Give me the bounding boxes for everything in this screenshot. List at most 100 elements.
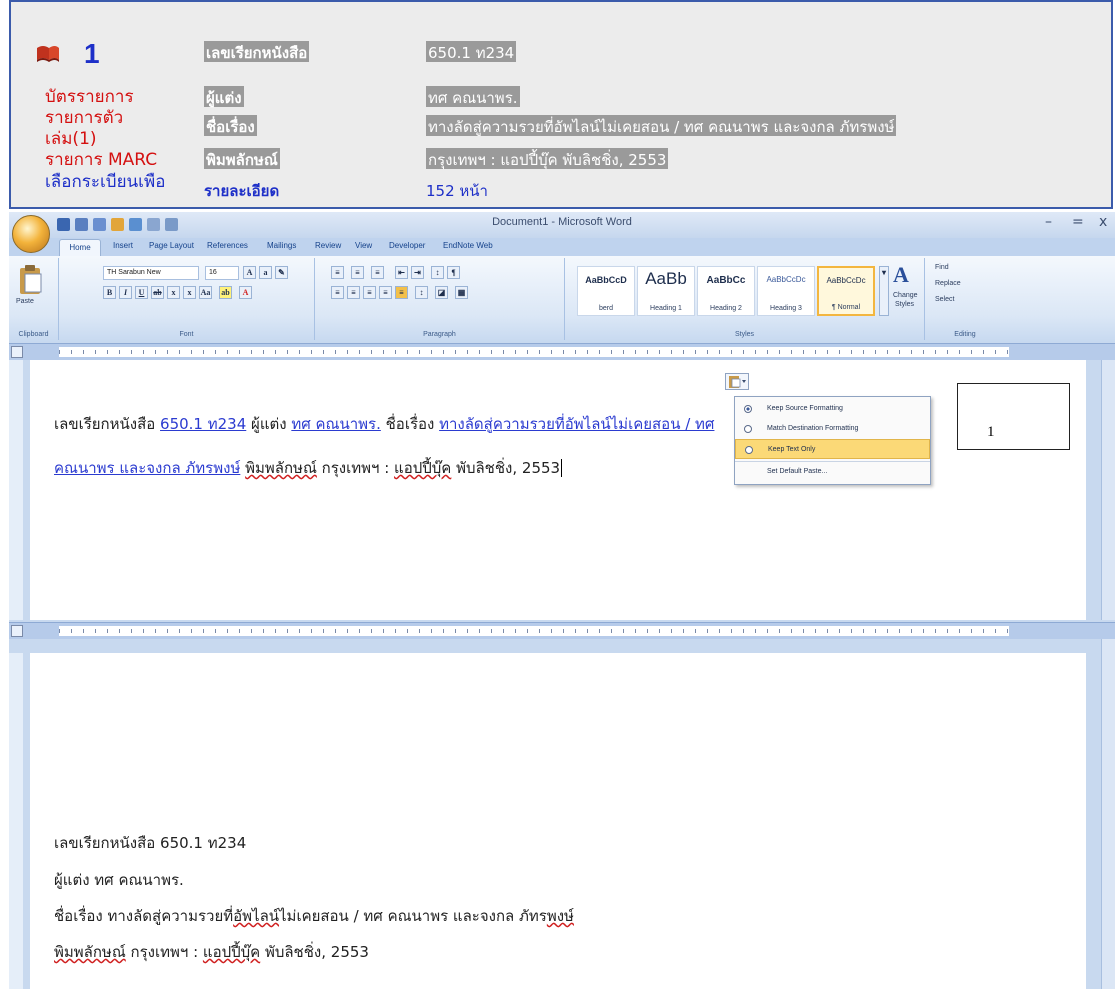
superscript-icon[interactable]: x (183, 286, 196, 299)
menu-item-keep-source-formatting[interactable]: Keep Source Formatting (735, 399, 930, 419)
font-name-combo[interactable]: TH Sarabun New (103, 266, 199, 280)
link-select-record[interactable]: เลือกระเบียนเพื่อ (45, 172, 165, 191)
tab-insert[interactable]: Insert (113, 241, 133, 250)
tab-references[interactable]: References (207, 241, 248, 250)
subscript-icon[interactable]: x (167, 286, 180, 299)
line-spacing-icon[interactable]: ↕ (415, 286, 428, 299)
change-styles-label-2[interactable]: Styles (895, 301, 914, 308)
change-styles-label-1[interactable]: Change (893, 292, 918, 299)
decrease-indent-icon[interactable]: ⇤ (395, 266, 408, 279)
document-pane-bottom[interactable]: เลขเรียกหนังสือ 650.1 ท234 ผู้แต่ง ทศ คณ… (30, 653, 1086, 989)
doc1-text: พิมพลักษณ์ (245, 459, 317, 477)
sort-icon[interactable]: ↕ (431, 266, 444, 279)
menu-item-keep-text-only[interactable]: Keep Text Only (735, 439, 930, 459)
book-icon (37, 46, 59, 62)
style-heading-1[interactable]: AaBb Heading 1 (637, 266, 695, 316)
scrollbar-bottom[interactable] (1101, 639, 1115, 989)
shrink-font-icon[interactable]: a (259, 266, 272, 279)
tab-selector-icon[interactable] (11, 346, 23, 358)
menu-item-set-default-paste[interactable]: Set Default Paste... (735, 461, 930, 481)
style-heading-3[interactable]: AaBbCcDc Heading 3 (757, 266, 815, 316)
doc2-text: อัพไลน์ (233, 907, 280, 925)
doc1-text: ชื่อเรื่อง (380, 415, 440, 433)
horizontal-ruler-bottom[interactable] (9, 622, 1115, 639)
increase-indent-icon[interactable]: ⇥ (411, 266, 424, 279)
paste-button[interactable]: Paste (16, 298, 34, 305)
text-box[interactable]: 1 (957, 383, 1070, 450)
font-size-combo[interactable]: 16 (205, 266, 239, 280)
justify-icon[interactable]: ≡ (379, 286, 392, 299)
vertical-ruler-top (9, 360, 23, 620)
shading-icon[interactable]: ◪ (435, 286, 448, 299)
doc1-call-number-link[interactable]: 650.1 ท234 (160, 415, 246, 433)
group-label-font: Font (179, 331, 194, 338)
align-center-icon[interactable]: ≡ (347, 286, 360, 299)
tab-selector-icon[interactable] (11, 625, 23, 637)
field-label-description: รายละเอียด (204, 182, 280, 200)
tab-home[interactable]: Home (59, 239, 101, 256)
style-berd[interactable]: AaBbCcD berd (577, 266, 635, 316)
font-color-icon[interactable]: A (239, 286, 252, 299)
title-bar: Document1 - Microsoft Word – = x (9, 212, 1115, 238)
thai-distributed-icon[interactable]: ≡ (395, 286, 408, 299)
minimize-button[interactable]: – (1045, 214, 1052, 230)
paste-icon[interactable] (17, 264, 45, 296)
tab-review[interactable]: Review (315, 241, 341, 250)
group-font: TH Sarabun New 16 A a ✎ B I U ab x x Aa … (59, 258, 315, 340)
field-label-author: ผู้แต่ง (204, 86, 244, 107)
link-item-record[interactable]: รายการตัว (45, 108, 123, 128)
change-case-icon[interactable]: Aa (199, 286, 212, 299)
replace-button[interactable]: Replace (935, 280, 961, 287)
word-window: Document1 - Microsoft Word – = x Home In… (9, 212, 1115, 989)
style-preview: AaBbCcDc (766, 275, 806, 284)
grow-font-icon[interactable]: A (243, 266, 256, 279)
strikethrough-icon[interactable]: ab (151, 286, 164, 299)
italic-icon[interactable]: I (119, 286, 132, 299)
office-button[interactable] (12, 215, 50, 253)
group-paragraph: ≡ ≡ ≡ ⇤ ⇥ ↕ ¶ ≡ ≡ ≡ ≡ ≡ ↕ ◪ ▦ Paragraph (315, 258, 565, 340)
style-normal[interactable]: AaBbCcDc ¶ Normal (817, 266, 875, 316)
scrollbar-top[interactable] (1101, 360, 1115, 620)
clear-format-icon[interactable]: ✎ (275, 266, 288, 279)
close-button[interactable]: x (1099, 214, 1107, 230)
menu-item-match-destination-formatting[interactable]: Match Destination Formatting (735, 419, 930, 439)
field-value-description: 152 หน้า (426, 182, 488, 200)
text-cursor (561, 459, 563, 477)
style-name: Heading 1 (650, 305, 682, 312)
styles-scroll-icon[interactable]: ▾ (879, 266, 889, 316)
link-marc-record[interactable]: รายการ MARC (45, 150, 157, 170)
style-preview: AaBbCc (706, 275, 746, 286)
tab-page-layout[interactable]: Page Layout (149, 241, 194, 250)
align-left-icon[interactable]: ≡ (331, 286, 344, 299)
tab-endnote-web[interactable]: EndNote Web (443, 241, 493, 250)
select-button[interactable]: Select (935, 296, 954, 303)
change-styles-icon[interactable]: A (893, 262, 909, 288)
show-marks-icon[interactable]: ¶ (447, 266, 460, 279)
style-heading-2[interactable]: AaBbCc Heading 2 (697, 266, 755, 316)
page-gap (9, 639, 1101, 653)
find-button[interactable]: Find (935, 264, 949, 271)
bold-icon[interactable]: B (103, 286, 116, 299)
multilevel-list-icon[interactable]: ≡ (371, 266, 384, 279)
doc1-text: แอปปี้บุ๊ค (394, 459, 452, 477)
doc1-author-link[interactable]: ทศ คณนาพร. (291, 415, 381, 433)
radio-icon (744, 425, 752, 433)
tab-view[interactable]: View (355, 241, 372, 250)
doc1-title-link[interactable]: ทางลัดสู่ความรวยที่อัพไลน์ไม่เคยสอน / ทศ (439, 415, 714, 433)
tab-developer[interactable]: Developer (389, 241, 425, 250)
radio-icon (744, 405, 752, 413)
doc1-title-link-cont[interactable]: คณนาพร และจงกล ภัทรพงษ์ (54, 459, 240, 477)
link-card-record[interactable]: บัตรรายการ (45, 87, 134, 107)
maximize-button[interactable]: = (1072, 214, 1084, 230)
bullets-icon[interactable]: ≡ (331, 266, 344, 279)
align-right-icon[interactable]: ≡ (363, 286, 376, 299)
underline-icon[interactable]: U (135, 286, 148, 299)
numbering-icon[interactable]: ≡ (351, 266, 364, 279)
borders-icon[interactable]: ▦ (455, 286, 468, 299)
style-name: Heading 2 (710, 305, 742, 312)
tab-mailings[interactable]: Mailings (267, 241, 296, 250)
link-volume[interactable]: เล่ม(1) (45, 129, 97, 149)
paste-options-button[interactable] (725, 373, 749, 390)
highlight-icon[interactable]: ab (219, 286, 232, 299)
horizontal-ruler-top[interactable] (9, 343, 1115, 360)
